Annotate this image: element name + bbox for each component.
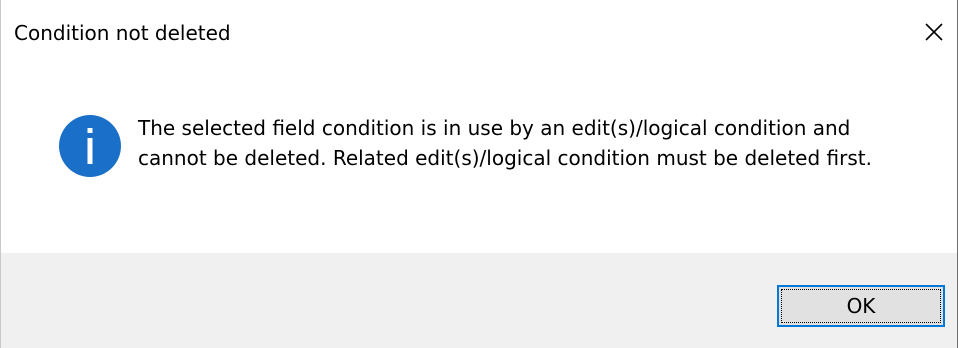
close-icon: [925, 23, 943, 41]
dialog-content: The selected field condition is in use b…: [1, 66, 957, 253]
title-bar: Condition not deleted: [1, 0, 957, 66]
message-dialog: Condition not deleted The selected field…: [0, 0, 958, 348]
dialog-title: Condition not deleted: [14, 21, 231, 45]
info-icon: [59, 115, 121, 177]
dialog-message: The selected field condition is in use b…: [138, 116, 872, 170]
ok-button[interactable]: OK: [777, 285, 945, 327]
ok-button-label: OK: [846, 294, 876, 318]
close-button[interactable]: [911, 0, 957, 64]
dialog-footer: OK: [1, 253, 957, 348]
